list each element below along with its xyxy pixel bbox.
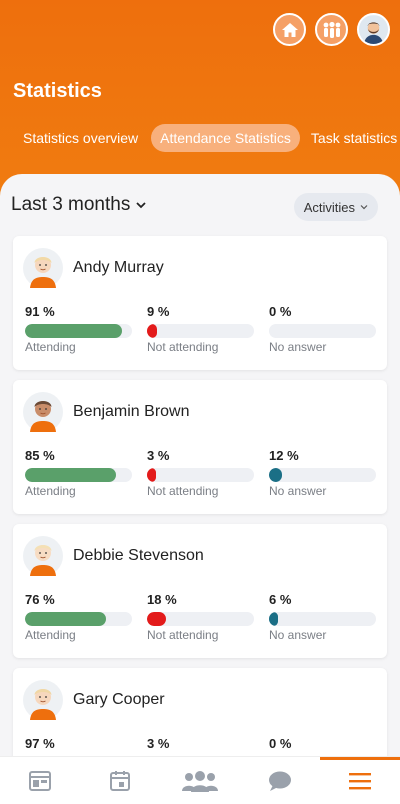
- nav-dashboard[interactable]: [0, 757, 80, 804]
- stat-percentage: 18 %: [147, 592, 177, 607]
- bottom-nav: [0, 756, 400, 804]
- stat-percentage: 85 %: [25, 448, 55, 463]
- page-title: Statistics: [13, 80, 102, 102]
- stat-percentage: 3 %: [147, 448, 170, 463]
- stat-label: No answer: [269, 484, 327, 498]
- chevron-down-icon: [360, 205, 368, 210]
- progress-fill: [147, 324, 157, 338]
- dashboard-icon: [29, 770, 51, 791]
- member-card[interactable]: Gary Cooper 97 %Attending 3 %Not attending…: [13, 668, 387, 756]
- team-button[interactable]: [315, 13, 348, 46]
- stat-label: Attending: [25, 628, 76, 642]
- progress-bar: [147, 468, 254, 482]
- progress-bar: [25, 324, 132, 338]
- stat-label: Not attending: [147, 628, 219, 642]
- stat-attending: 97 %Attending: [25, 736, 132, 756]
- stat-percentage: 0 %: [269, 736, 292, 751]
- progress-bar: [269, 324, 376, 338]
- nav-group[interactable]: [160, 757, 240, 804]
- group-icon: [182, 770, 218, 792]
- stats-tabs: Statistics overview Attendance Statistic…: [14, 124, 400, 152]
- stat-percentage: 97 %: [25, 736, 55, 751]
- member-avatar: [23, 680, 63, 720]
- progress-bar: [269, 612, 376, 626]
- stat-label: Attending: [25, 484, 76, 498]
- nav-chat[interactable]: [240, 757, 320, 804]
- progress-bar: [25, 468, 132, 482]
- member-card[interactable]: Debbie Stevenson 76 % Attending 18 % Not att…: [13, 524, 387, 658]
- nav-menu[interactable]: [320, 757, 400, 804]
- progress-fill: [269, 612, 278, 626]
- home-button[interactable]: [273, 13, 306, 46]
- member-avatar: [23, 248, 63, 288]
- stat-not-attending: 3 % Not attending: [147, 448, 254, 498]
- stat-not-attending: 18 % Not attending: [147, 592, 254, 642]
- tab-attendance-statistics[interactable]: Attendance Statistics: [151, 124, 300, 152]
- activities-label: Activities: [303, 199, 355, 215]
- stat-percentage: 9 %: [147, 304, 170, 319]
- stat-percentage: 0 %: [269, 304, 292, 319]
- tab-statistics-overview[interactable]: Statistics overview: [14, 124, 147, 152]
- stat-attending: 91 % Attending: [25, 304, 132, 354]
- home-icon: [281, 22, 298, 37]
- progress-fill: [147, 468, 156, 482]
- progress-bar: [25, 612, 132, 626]
- calendar-icon: [110, 770, 130, 791]
- stat-not-attending: 9 % Not attending: [147, 304, 254, 354]
- progress-bar: [269, 468, 376, 482]
- member-avatar: [23, 392, 63, 432]
- period-label: Last 3 months: [11, 194, 131, 215]
- stat-no-answer: 12 % No answer: [269, 448, 376, 498]
- stat-percentage: 91 %: [25, 304, 55, 319]
- stat-percentage: 6 %: [269, 592, 292, 607]
- stat-percentage: 12 %: [269, 448, 299, 463]
- chevron-down-icon: [136, 202, 146, 209]
- member-card[interactable]: Benjamin Brown 85 % Attending 3 % Not attend…: [13, 380, 387, 514]
- stat-no-answer: 6 % No answer: [269, 592, 376, 642]
- stat-label: No answer: [269, 628, 327, 642]
- stat-label: Not attending: [147, 340, 219, 354]
- content-panel: Last 3 months Activities Andy Murray 91 %…: [0, 174, 400, 756]
- stat-label: Attending: [25, 340, 76, 354]
- member-name: Andy Murray: [73, 259, 164, 276]
- stat-percentage: 76 %: [25, 592, 55, 607]
- progress-bar: [147, 324, 254, 338]
- member-name: Debbie Stevenson: [73, 547, 204, 564]
- member-card[interactable]: Andy Murray 91 % Attending 9 % Not attending…: [13, 236, 387, 370]
- stat-attending: 76 % Attending: [25, 592, 132, 642]
- stat-label: Not attending: [147, 484, 219, 498]
- chat-icon: [269, 771, 291, 791]
- stat-no-answer: 0 %No answer: [269, 736, 376, 756]
- progress-fill: [25, 468, 116, 482]
- team-icon: [323, 21, 340, 38]
- tab-task-statistics[interactable]: Task statistics: [302, 124, 400, 152]
- stat-no-answer: 0 % No answer: [269, 304, 376, 354]
- top-icons: [273, 13, 390, 46]
- user-avatar-button[interactable]: [357, 13, 390, 46]
- progress-fill: [147, 612, 167, 626]
- user-avatar: [359, 15, 388, 44]
- member-name: Benjamin Brown: [73, 403, 190, 420]
- period-selector[interactable]: Last 3 months: [11, 194, 146, 216]
- header: Statistics Statistics overview Attendanc…: [0, 0, 400, 200]
- activities-filter[interactable]: Activities: [293, 193, 378, 221]
- member-name: Gary Cooper: [73, 691, 165, 708]
- nav-calendar[interactable]: [80, 757, 160, 804]
- progress-fill: [269, 468, 282, 482]
- stat-not-attending: 3 %Not attending: [147, 736, 254, 756]
- member-avatar: [23, 536, 63, 576]
- progress-fill: [25, 612, 107, 626]
- stat-attending: 85 % Attending: [25, 448, 132, 498]
- progress-fill: [25, 324, 123, 338]
- menu-icon: [349, 772, 371, 789]
- stat-label: No answer: [269, 340, 327, 354]
- stat-percentage: 3 %: [147, 736, 170, 751]
- progress-bar: [147, 612, 254, 626]
